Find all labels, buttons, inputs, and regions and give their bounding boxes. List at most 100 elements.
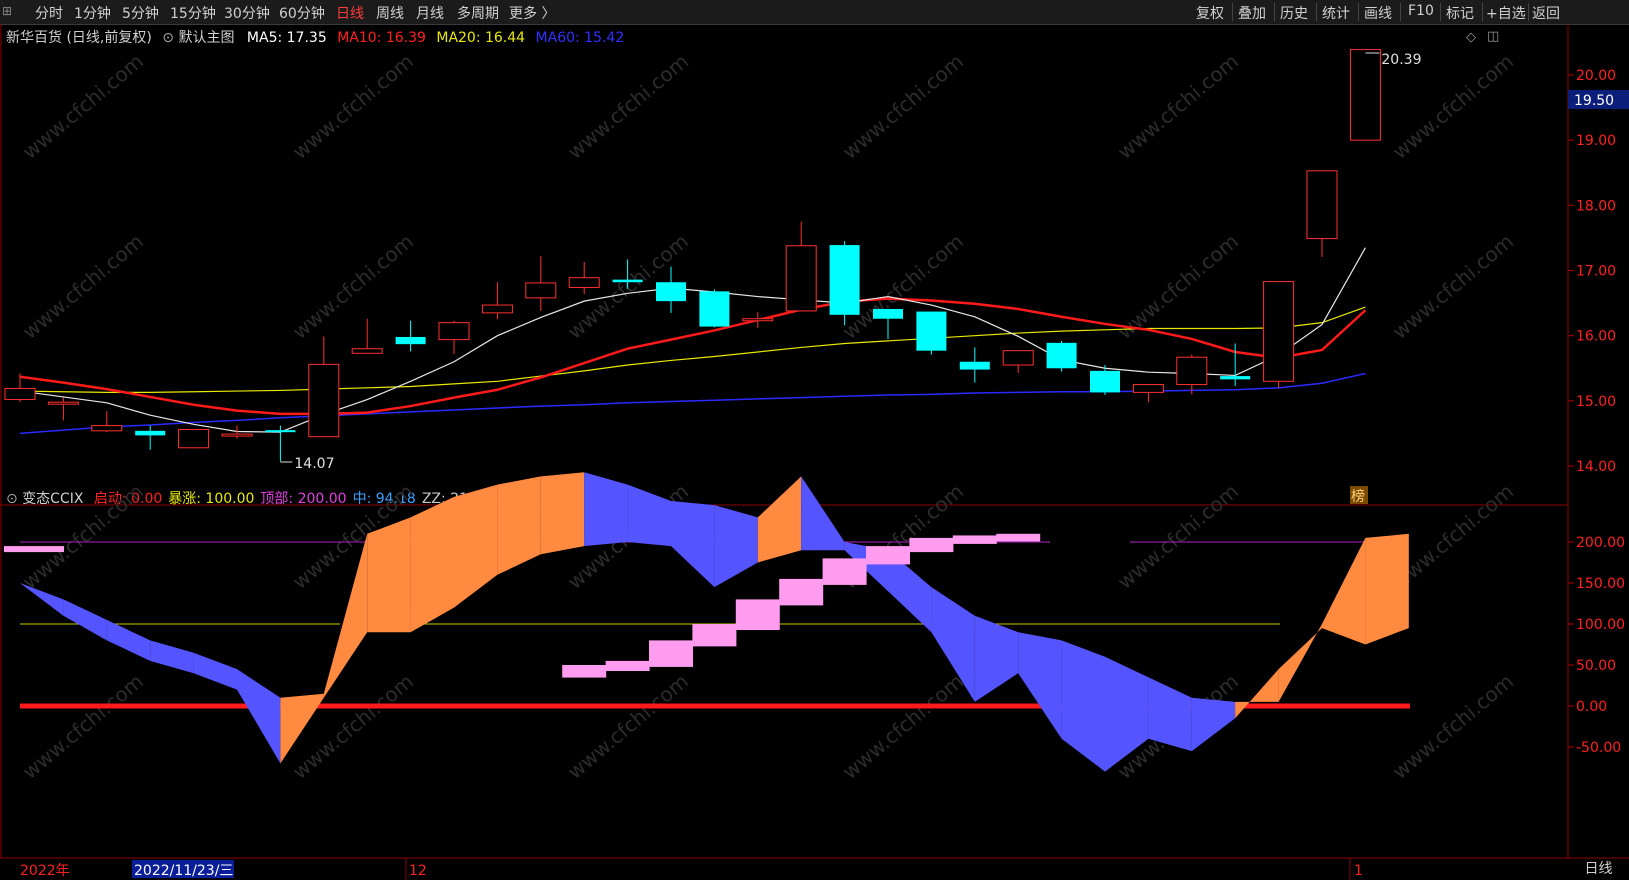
candle-body <box>221 433 253 437</box>
toolbar-grip-icon[interactable]: ⊞ <box>2 4 16 18</box>
candle-body <box>178 429 210 449</box>
candle <box>47 397 79 421</box>
candle <box>1306 170 1338 257</box>
candle-body <box>47 401 79 405</box>
ccix-band-segment <box>1235 669 1279 719</box>
high-price-label: 20.39 <box>1381 52 1421 68</box>
indicator-param-4: ZZ: 211.04 <box>421 491 500 507</box>
candle <box>1132 384 1164 403</box>
candle <box>438 320 470 354</box>
candle <box>959 347 990 383</box>
candle <box>525 256 557 311</box>
overlay-button[interactable]: 叠加 <box>1238 3 1266 23</box>
candle <box>265 425 296 462</box>
period-multi[interactable]: 多周期 <box>457 3 499 23</box>
period-fenshi[interactable]: 分时 <box>35 3 63 23</box>
mark-button[interactable]: 标记 <box>1446 3 1474 23</box>
candle <box>481 282 513 320</box>
watermark: www.cfchi.com <box>1113 479 1243 594</box>
candle-body <box>916 311 947 351</box>
ccix-pink-step <box>649 640 693 667</box>
price-axis-label: 18.00 <box>1576 198 1616 214</box>
candle <box>351 318 383 354</box>
ccix-pink-step <box>562 665 607 678</box>
candle <box>699 289 730 328</box>
period-monthly[interactable]: 月线 <box>416 3 444 23</box>
history-button[interactable]: 历史 <box>1280 3 1308 23</box>
period-60min[interactable]: 60分钟 <box>279 3 325 23</box>
candle-body <box>4 387 36 401</box>
current-price-label: 19.50 <box>1574 93 1614 109</box>
watermark: www.cfchi.com <box>1113 229 1243 344</box>
ccix-band-segment <box>280 693 324 764</box>
candle-body <box>568 277 600 288</box>
period-more[interactable]: 更多 〉 <box>509 3 555 23</box>
ccix-band-segment <box>20 583 64 616</box>
candle <box>742 312 774 328</box>
indicator-name[interactable]: 变态CCIX <box>22 491 83 507</box>
ma5-label: MA5: 17.35 <box>246 30 327 46</box>
period-toolbar: ⊞ 分时 1分钟 5分钟 15分钟 30分钟 60分钟 日线 周线 月线 多周期… <box>0 0 1629 25</box>
ccix-band-segment <box>714 505 758 588</box>
candle-body <box>1176 356 1208 386</box>
period-30min[interactable]: 30分钟 <box>224 3 270 23</box>
ccix-axis-label: 50.00 <box>1576 658 1616 674</box>
month-12-label: 12 <box>409 863 427 879</box>
candle <box>1263 281 1295 388</box>
template-label[interactable]: 默认主图 <box>178 30 234 46</box>
indicator-info-line: ⊙ 变态CCIX 启动: 0.00 暴涨: 100.00 顶部: 200.00 中: … <box>6 488 563 508</box>
ccix-axis-label: -50.00 <box>1576 740 1621 756</box>
candle <box>1220 343 1251 386</box>
candle <box>656 266 686 313</box>
ccix-band-segment <box>974 615 1019 702</box>
candle <box>916 311 947 355</box>
candle-body <box>1306 170 1338 240</box>
add-watchlist-button[interactable]: +自选 <box>1486 3 1526 23</box>
ccix-pink-step <box>909 537 954 553</box>
stats-button[interactable]: 统计 <box>1322 3 1350 23</box>
ccix-band-segment <box>1148 677 1192 752</box>
watermark: www.cfchi.com <box>288 229 418 344</box>
watermark: www.cfchi.com <box>288 669 418 784</box>
candle-body <box>481 304 513 314</box>
period-weekly[interactable]: 周线 <box>376 3 404 23</box>
indicator-param-1: 暴涨: 100.00 <box>168 491 255 507</box>
candle <box>1349 49 1381 141</box>
back-button[interactable]: 返回 <box>1532 3 1560 23</box>
year-label: 2022年 <box>20 863 70 879</box>
candle <box>829 241 860 326</box>
ccix-band-segment <box>757 476 802 563</box>
period-15min[interactable]: 15分钟 <box>170 3 216 23</box>
f10-button[interactable]: F10 <box>1408 3 1434 19</box>
watermark: www.cfchi.com <box>838 669 968 784</box>
ccix-axis-label: 200.00 <box>1576 535 1625 551</box>
candle-body <box>1002 350 1034 366</box>
stock-title: 新华百货 (日线,前复权) <box>6 30 152 46</box>
current-price-box <box>1568 90 1629 109</box>
period-5min[interactable]: 5分钟 <box>122 3 159 23</box>
watermark: www.cfchi.com <box>838 229 968 344</box>
ma10-label: MA10: 16.39 <box>337 30 426 46</box>
window-toggle-icon[interactable]: ◫ <box>1487 29 1499 44</box>
candle-body <box>785 245 817 312</box>
ccix-band-segment <box>63 599 107 641</box>
fuquan-button[interactable]: 复权 <box>1196 3 1224 23</box>
indicator-param-0: 启动: 0.00 <box>93 491 163 507</box>
watermark: www.cfchi.com <box>1388 669 1518 784</box>
watermark: www.cfchi.com <box>563 49 693 164</box>
candle-body <box>525 282 557 299</box>
price-axis-label: 15.00 <box>1576 394 1616 410</box>
draw-button[interactable]: 画线 <box>1364 3 1392 23</box>
main-info-line: 新华百货 (日线,前复权) ⊙ 默认主图 MA5: 17.35 MA10: 16… <box>6 27 624 47</box>
template-toggle-icon[interactable]: ⊙ <box>162 30 174 46</box>
period-daily[interactable]: 日线 <box>336 3 364 23</box>
indicator-toggle-icon[interactable]: ⊙ <box>6 491 18 507</box>
candle <box>91 411 123 433</box>
ccix-pink-step <box>692 624 737 647</box>
period-1min[interactable]: 1分钟 <box>74 3 111 23</box>
ccix-axis-label: 100.00 <box>1576 617 1625 633</box>
watermark: www.cfchi.com <box>563 229 693 344</box>
bottom-period-label[interactable]: 日线 <box>1568 858 1629 880</box>
candle <box>178 429 210 449</box>
diamond-icon[interactable]: ◇ <box>1466 30 1476 45</box>
